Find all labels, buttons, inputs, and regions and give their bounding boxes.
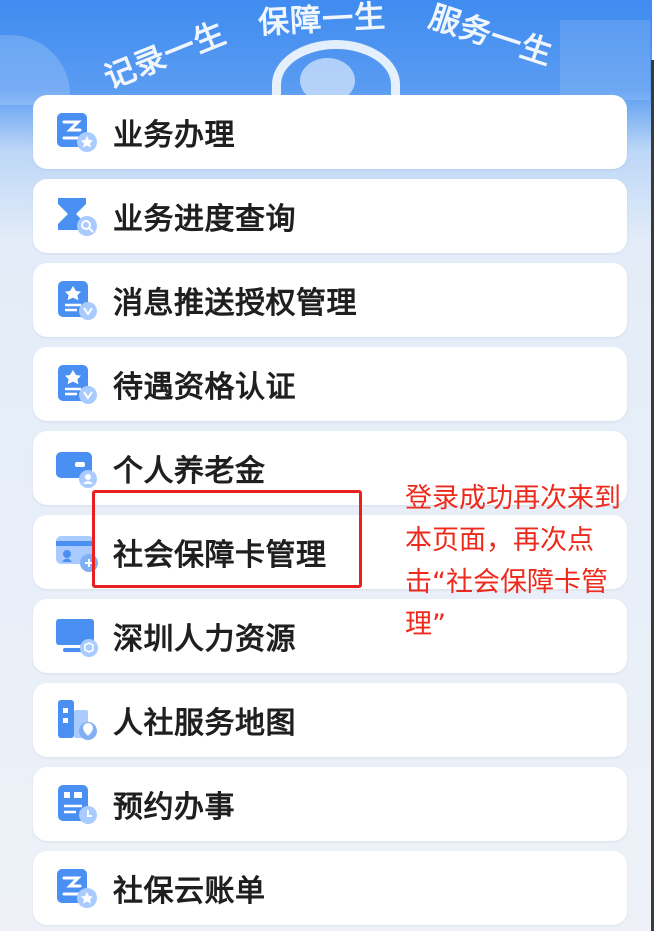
menu-item-label: 业务进度查询	[113, 202, 296, 237]
appointment-icon	[55, 782, 99, 826]
pension-card-icon	[55, 446, 99, 490]
menu-item-message-authorization[interactable]: 消息推送授权管理	[33, 263, 627, 337]
menu-item-appointment[interactable]: 预约办事	[33, 767, 627, 841]
menu-item-label: 预约办事	[113, 790, 235, 825]
menu-item-business-handling[interactable]: 业务办理	[33, 95, 627, 169]
cloud-bill-icon	[55, 866, 99, 910]
highlight-box	[92, 490, 362, 588]
menu-item-qualification-certification[interactable]: 待遇资格认证	[33, 347, 627, 421]
menu-item-label: 人社服务地图	[113, 706, 296, 741]
monitor-icon	[55, 614, 99, 658]
banner-slogan-2: 保障一生	[257, 0, 388, 42]
menu-item-service-map[interactable]: 人社服务地图	[33, 683, 627, 757]
qualification-certification-icon	[55, 362, 99, 406]
menu-item-label: 待遇资格认证	[113, 370, 296, 405]
menu-item-cloud-bill[interactable]: 社保云账单	[33, 851, 627, 925]
menu-item-label: 深圳人力资源	[113, 622, 296, 657]
menu-item-label: 业务办理	[113, 118, 235, 153]
annotation-note: 登录成功再次来到本页面，再次点击“社会保障卡管理”	[405, 483, 621, 640]
menu-item-label: 社保云账单	[113, 874, 266, 909]
scrollbar-edge	[651, 60, 654, 931]
banner-decoration-right	[560, 20, 650, 100]
menu-item-label: 消息推送授权管理	[113, 286, 357, 321]
progress-query-icon	[55, 194, 99, 238]
menu-item-label: 个人养老金	[113, 454, 266, 489]
business-handling-icon	[55, 110, 99, 154]
service-map-icon	[55, 698, 99, 742]
menu-item-progress-query[interactable]: 业务进度查询	[33, 179, 627, 253]
message-authorization-icon	[55, 278, 99, 322]
